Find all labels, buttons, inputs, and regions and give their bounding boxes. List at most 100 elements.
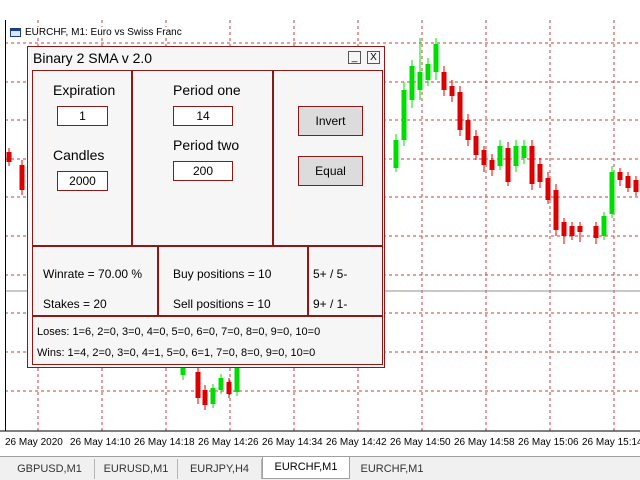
candle-body — [521, 146, 527, 158]
candle-bear — [457, 86, 463, 136]
candle-bear — [553, 184, 559, 236]
candle-body — [505, 148, 511, 182]
sell-positions-text: Sell positions = 10 — [173, 297, 271, 311]
candle-bear — [529, 140, 535, 190]
candle-body — [409, 66, 415, 100]
chart-title-text: EURCHF, M1: Euro vs Swiss Franc — [25, 27, 182, 38]
candle-bear — [489, 154, 495, 176]
period-two-input[interactable]: 200 — [173, 161, 233, 181]
candle-bull — [601, 212, 607, 240]
period-one-input[interactable]: 14 — [173, 106, 233, 126]
candle-bear — [505, 142, 511, 186]
candle-body — [609, 172, 615, 214]
wins-text: Wins: 1=4, 2=0, 3=0, 4=1, 5=0, 6=1, 7=0,… — [37, 347, 316, 359]
candles-input[interactable]: 2000 — [57, 171, 108, 191]
candle-bull — [393, 134, 399, 172]
candle-body — [633, 180, 639, 192]
expiration-input[interactable]: 1 — [57, 106, 108, 126]
window-icon — [10, 28, 21, 37]
tab-eurusd-m1[interactable]: EURUSD,M1 — [95, 459, 178, 479]
candle-bear — [537, 158, 543, 188]
period-section: Period one 14 Period two 200 — [132, 70, 273, 246]
candles-label: Candles — [53, 147, 105, 163]
candle-bull — [521, 140, 527, 164]
minimize-button[interactable]: _ — [348, 51, 361, 64]
stakes-text: Stakes = 20 — [43, 297, 107, 311]
results-section: 5+ / 5- 9+ / 1- — [308, 246, 383, 316]
candle-bull — [513, 140, 519, 172]
tab-eurjpy-h4[interactable]: EURJPY,H4 — [178, 459, 262, 479]
candle-body — [489, 160, 495, 170]
candle-body — [529, 146, 535, 184]
candle-body — [497, 146, 503, 166]
chart-title: EURCHF, M1: Euro vs Swiss Franc — [10, 27, 186, 38]
close-button[interactable]: X — [367, 51, 380, 64]
candle-bear — [195, 368, 201, 404]
candle-body — [393, 140, 399, 168]
candle-body — [195, 372, 201, 398]
candle-bull — [609, 166, 615, 218]
candle-body — [6, 152, 12, 162]
candle-body — [441, 72, 447, 90]
time-label: 26 May 14:34 — [262, 437, 323, 448]
winrate-section: Winrate = 70.00 % Stakes = 20 — [32, 246, 158, 316]
candle-body — [577, 226, 583, 232]
expiration-section: Expiration 1 Candles 2000 — [32, 70, 132, 246]
candle-body — [433, 44, 439, 72]
candle-bear — [226, 378, 232, 398]
period-one-label: Period one — [173, 82, 241, 98]
candle-body — [449, 86, 455, 96]
loses-text: Loses: 1=6, 2=0, 3=0, 4=0, 5=0, 6=0, 7=0… — [37, 326, 321, 338]
candle-body — [553, 190, 559, 230]
time-label: 26 May 14:26 — [198, 437, 259, 448]
candle-body — [425, 64, 431, 80]
candle-body — [417, 72, 423, 90]
results-text-1: 5+ / 5- — [313, 267, 348, 281]
candle-body — [473, 136, 479, 155]
candle-body — [513, 146, 519, 166]
candle-body — [218, 378, 224, 390]
time-label: 26 May 2020 — [5, 437, 63, 448]
tab-gbpusd-m1[interactable]: GBPUSD,M1 — [5, 459, 95, 479]
invert-button[interactable]: Invert — [298, 106, 363, 136]
time-label: 26 May 14:10 — [70, 437, 131, 448]
panel-title: Binary 2 SMA v 2.0 — [33, 50, 153, 66]
candle-body — [481, 150, 487, 165]
candle-bull — [497, 140, 503, 170]
candle-bull — [409, 60, 415, 108]
candle-bear — [449, 80, 455, 102]
candle-bull — [433, 38, 439, 80]
candle-body — [19, 165, 25, 190]
candle-bear — [19, 160, 25, 195]
candle-body — [401, 90, 407, 140]
candle-bull — [210, 384, 216, 408]
expiration-label: Expiration — [53, 82, 116, 98]
chart-tabs-bar: GBPUSD,M1 EURUSD,M1 EURJPY,H4 EURCHF,M1 … — [0, 456, 640, 480]
candle-bear — [617, 168, 623, 186]
buy-positions-text: Buy positions = 10 — [173, 267, 272, 281]
time-label: 26 May 15:14 — [582, 437, 640, 448]
time-label: 26 May 14:42 — [326, 437, 387, 448]
equal-button[interactable]: Equal — [298, 156, 363, 186]
mode-section: Invert Equal — [273, 70, 383, 246]
stats-section: Loses: 1=6, 2=0, 3=0, 4=0, 5=0, 6=0, 7=0… — [32, 316, 383, 365]
candle-bear — [473, 130, 479, 160]
binary-sma-panel: Binary 2 SMA v 2.0 _ X Expiration 1 Cand… — [27, 46, 385, 368]
tab-eurchf-m1-active[interactable]: EURCHF,M1 — [262, 457, 350, 479]
candle-body — [210, 388, 216, 404]
time-label: 26 May 15:06 — [518, 437, 579, 448]
candle-bear — [465, 114, 471, 146]
candle-body — [593, 226, 599, 238]
candle-body — [465, 120, 471, 140]
tab-eurchf-m1[interactable]: EURCHF,M1 — [350, 459, 434, 479]
candle-body — [537, 164, 543, 182]
time-label: 26 May 14:50 — [390, 437, 451, 448]
candle-body — [545, 178, 551, 200]
candle-bear — [202, 385, 208, 410]
winrate-text: Winrate = 70.00 % — [43, 267, 143, 281]
candle-bear — [625, 172, 631, 192]
results-text-2: 9+ / 1- — [313, 297, 348, 311]
candle-bear — [441, 66, 447, 96]
candle-body — [457, 92, 463, 130]
time-label: 26 May 14:58 — [454, 437, 515, 448]
